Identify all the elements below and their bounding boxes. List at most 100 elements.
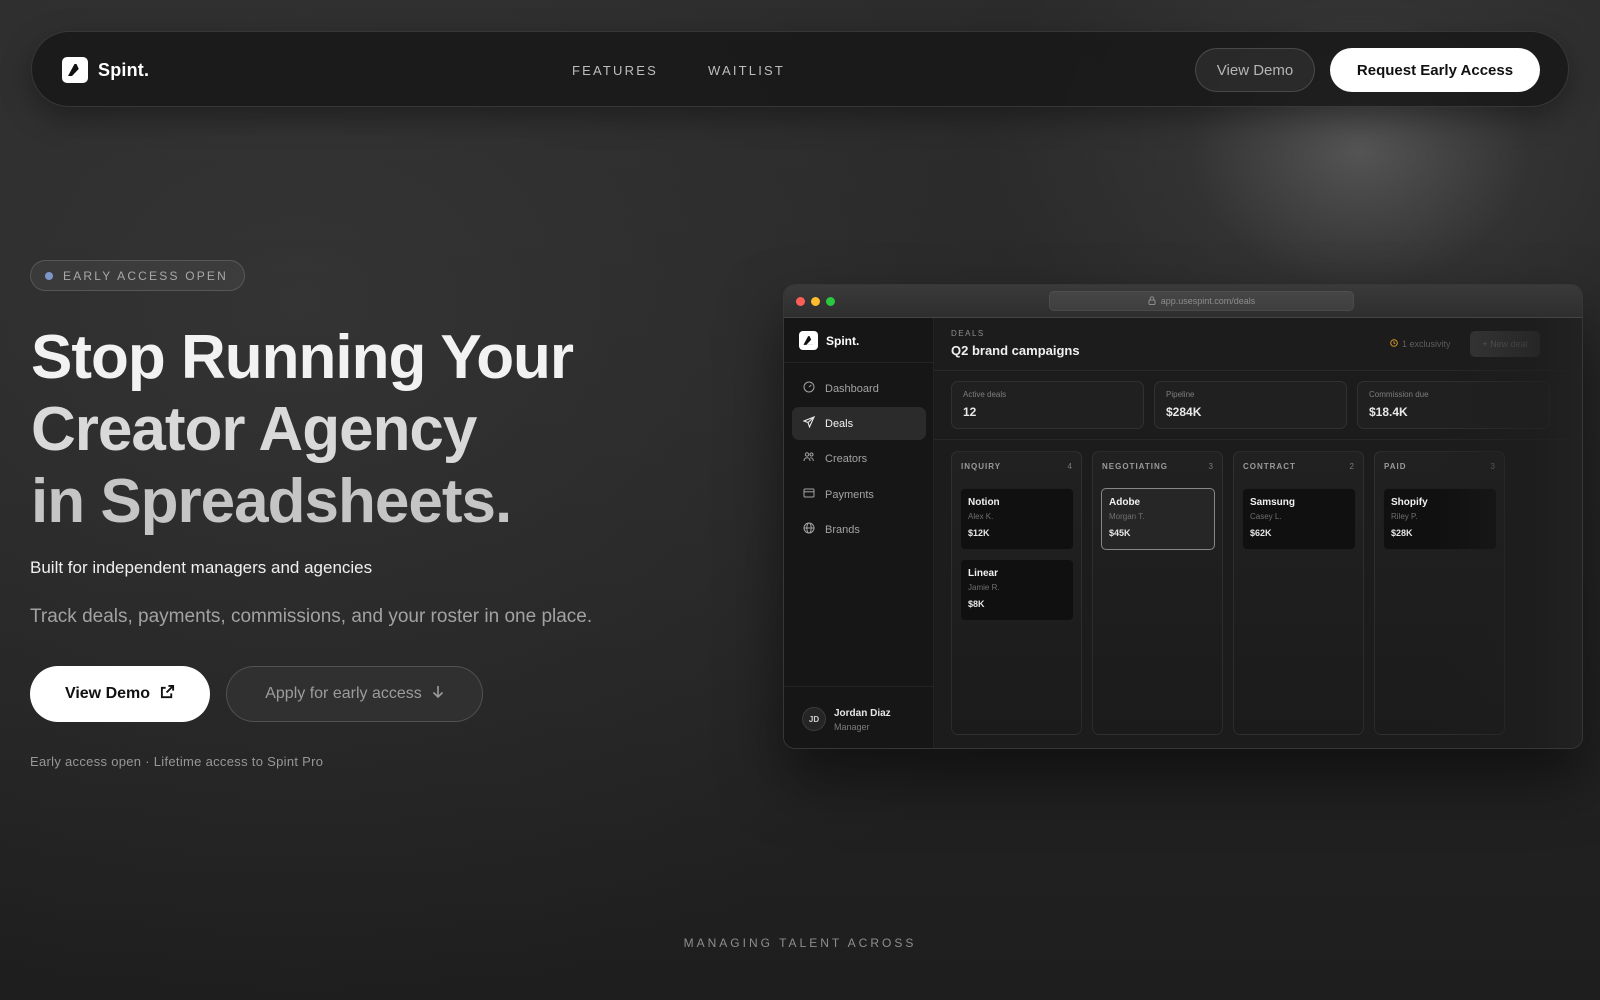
stat-value: 12 <box>963 405 977 419</box>
brand-logo[interactable]: Spint. <box>62 57 149 83</box>
column-inquiry: INQUIRY 4 Notion Alex K. $12K Linear Jam… <box>951 451 1082 735</box>
column-header: PAID 3 <box>1384 462 1495 471</box>
headline-line-1: Stop Running Your <box>31 323 574 392</box>
stat-value: $18.4K <box>1369 405 1408 419</box>
external-link-icon <box>160 684 175 704</box>
trust-heading: MANAGING TALENT ACROSS <box>683 936 917 950</box>
gauge-icon <box>803 381 815 396</box>
hero-headline: Stop Running Your Creator Agency in Spre… <box>31 322 574 538</box>
status-dot-icon <box>45 271 53 280</box>
stat-label: Pipeline <box>1166 390 1195 399</box>
app-brand-name: Spint. <box>826 333 860 348</box>
deal-creator: Casey L. <box>1250 512 1282 521</box>
column-contract: CONTRACT 2 Samsung Casey L. $62K <box>1233 451 1364 735</box>
people-icon <box>803 451 815 466</box>
nav-link-features[interactable]: FEATURES <box>572 63 658 78</box>
column-title: CONTRACT <box>1243 462 1296 471</box>
window-controls <box>796 297 835 306</box>
sidebar-item-label: Dashboard <box>825 382 879 395</box>
nav-view-demo-button[interactable]: View Demo <box>1195 48 1315 92</box>
sidebar-item-label: Payments <box>825 488 874 501</box>
deal-card[interactable]: Samsung Casey L. $62K <box>1242 488 1356 550</box>
exclusivity-indicator: 1 exclusivity <box>1390 339 1451 349</box>
headline-line-3: in Spreadsheets. <box>31 467 512 536</box>
deal-card[interactable]: Notion Alex K. $12K <box>960 488 1074 550</box>
user-name: Jordan Diaz <box>834 708 891 719</box>
exclusivity-label: 1 exclusivity <box>1402 339 1451 349</box>
new-deal-button[interactable]: + New deal <box>1470 331 1540 357</box>
minimize-dot-icon <box>811 297 820 306</box>
sidebar-item-label: Brands <box>825 523 860 536</box>
globe-icon <box>803 522 815 537</box>
column-header: NEGOTIATING 3 <box>1102 462 1213 471</box>
url-text: app.usespint.com/deals <box>1160 296 1256 306</box>
deal-brand: Notion <box>968 497 1000 508</box>
deal-amount: $62K <box>1250 528 1272 538</box>
section-eyebrow: DEALS <box>951 329 985 338</box>
column-title: PAID <box>1384 462 1407 471</box>
deal-card-selected[interactable]: Adobe Morgan T. $45K <box>1101 488 1215 550</box>
deal-amount: $12K <box>968 528 990 538</box>
user-role: Manager <box>834 722 870 732</box>
column-count: 4 <box>1067 462 1072 471</box>
header-divider <box>934 370 1582 371</box>
sidebar-item-deals[interactable]: Deals <box>792 407 926 440</box>
column-negotiating: NEGOTIATING 3 Adobe Morgan T. $45K <box>1092 451 1223 735</box>
deal-brand: Samsung <box>1250 497 1296 508</box>
stat-label: Active deals <box>963 390 1007 399</box>
deal-creator: Morgan T. <box>1109 512 1145 521</box>
send-icon <box>802 415 816 431</box>
card-icon <box>803 487 815 502</box>
top-navbar: Spint. FEATURES WAITLIST View Demo Reque… <box>31 31 1569 107</box>
sidebar-item-dashboard[interactable]: Dashboard <box>792 372 926 405</box>
deals-board: DEALS Q2 brand campaigns 1 exclusivity +… <box>934 318 1582 748</box>
column-count: 3 <box>1490 462 1495 471</box>
deal-card[interactable]: Shopify Riley P. $28K <box>1383 488 1497 550</box>
hero-subhead: Built for independent managers and agenc… <box>30 558 373 577</box>
column-count: 3 <box>1208 462 1213 471</box>
address-bar: app.usespint.com/deals <box>1049 291 1354 311</box>
deal-brand: Adobe <box>1109 497 1141 508</box>
app-sidebar: Spint. Dashboard Deals Creators Payments… <box>784 318 934 748</box>
deal-brand: Linear <box>968 568 999 579</box>
logo-icon <box>62 57 88 83</box>
deal-amount: $45K <box>1109 528 1131 538</box>
request-early-access-button[interactable]: Request Early Access <box>1330 48 1540 92</box>
stat-active-deals: Active deals 12 <box>951 381 1144 429</box>
early-access-badge: EARLY ACCESS OPEN <box>30 260 246 291</box>
column-header: CONTRACT 2 <box>1243 462 1354 471</box>
deal-creator: Riley P. <box>1391 512 1418 521</box>
hero-description: Track deals, payments, commissions, and … <box>30 606 593 627</box>
column-paid: PAID 3 Shopify Riley P. $28K <box>1374 451 1505 735</box>
apply-early-access-button[interactable]: Apply for early access <box>226 666 483 722</box>
deal-brand: Shopify <box>1391 497 1428 508</box>
arrow-down-icon <box>432 685 444 704</box>
sidebar-item-payments[interactable]: Payments <box>792 478 926 511</box>
deal-creator: Jamie R. <box>968 583 1000 592</box>
deal-amount: $8K <box>968 599 985 609</box>
app-logo-icon <box>799 331 818 350</box>
apply-label: Apply for early access <box>265 685 422 702</box>
close-dot-icon <box>796 297 805 306</box>
column-count: 2 <box>1349 462 1354 471</box>
maximize-dot-icon <box>826 297 835 306</box>
avatar: JD <box>802 707 826 731</box>
nav-link-waitlist[interactable]: WAITLIST <box>708 63 785 78</box>
early-access-footnote: Early access open · Lifetime access to S… <box>30 754 324 769</box>
column-header: INQUIRY 4 <box>961 462 1072 471</box>
sidebar-item-creators[interactable]: Creators <box>792 442 926 475</box>
lock-icon <box>1148 295 1156 307</box>
board-title: Q2 brand campaigns <box>951 343 1080 358</box>
column-title: INQUIRY <box>961 462 1002 471</box>
browser-titlebar: app.usespint.com/deals <box>784 285 1582 318</box>
view-demo-button[interactable]: View Demo <box>30 666 210 722</box>
stat-value: $284K <box>1166 405 1202 419</box>
sidebar-item-brands[interactable]: Brands <box>792 513 926 546</box>
clock-icon <box>1390 339 1398 349</box>
current-user[interactable]: JD Jordan Diaz Manager <box>784 686 934 748</box>
deal-card[interactable]: Linear Jamie R. $8K <box>960 559 1074 621</box>
sidebar-item-label: Deals <box>825 417 854 430</box>
app-brand: Spint. <box>799 331 859 350</box>
app-preview-window: app.usespint.com/deals Spint. Dashboard … <box>783 284 1583 749</box>
stats-divider <box>934 439 1582 440</box>
